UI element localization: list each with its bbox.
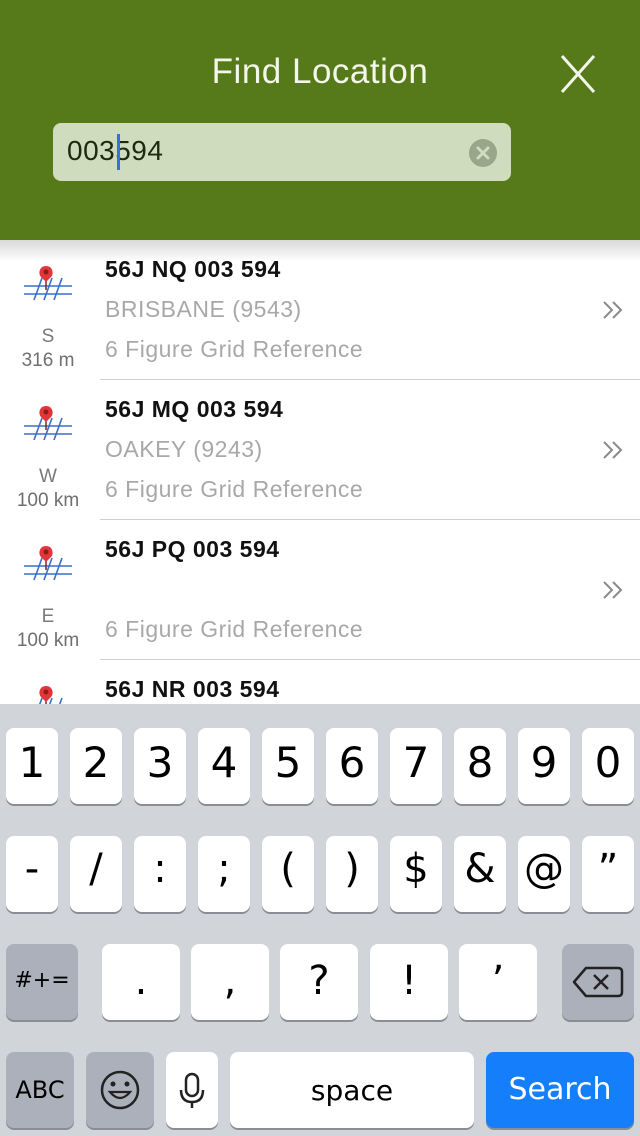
grid-pin-icon bbox=[24, 406, 72, 441]
key-open-paren[interactable]: ( bbox=[262, 836, 314, 912]
result-title: 56J NQ 003 594 bbox=[105, 256, 281, 282]
microphone-icon bbox=[179, 1072, 205, 1108]
distance-label: 100 km bbox=[16, 490, 80, 511]
key-question[interactable]: ? bbox=[280, 944, 358, 1020]
key-colon[interactable]: : bbox=[134, 836, 186, 912]
key-6[interactable]: 6 bbox=[326, 728, 378, 804]
list-item[interactable]: E 100 km 56J PQ 003 594 6 Figure Grid Re… bbox=[0, 520, 640, 660]
result-title: 56J MQ 003 594 bbox=[105, 396, 284, 422]
direction-label: W bbox=[39, 466, 57, 487]
key-7[interactable]: 7 bbox=[390, 728, 442, 804]
list-item[interactable]: S 316 m 56J NQ 003 594 BRISBANE (9543) 6… bbox=[0, 240, 640, 380]
text-caret bbox=[117, 134, 120, 170]
header-bar: Find Location 003594 bbox=[0, 0, 640, 240]
double-chevron-right-icon bbox=[603, 441, 623, 459]
result-type: 6 Figure Grid Reference bbox=[105, 336, 364, 362]
result-title: 56J NR 003 594 bbox=[105, 676, 280, 702]
key-5[interactable]: 5 bbox=[262, 728, 314, 804]
key-1[interactable]: 1 bbox=[6, 728, 58, 804]
key-slash[interactable]: / bbox=[70, 836, 122, 912]
emoji-icon bbox=[100, 1070, 140, 1110]
key-0[interactable]: 0 bbox=[582, 728, 634, 804]
key-semicolon[interactable]: ; bbox=[198, 836, 250, 912]
emoji-key[interactable] bbox=[86, 1052, 154, 1128]
key-ampersand[interactable]: & bbox=[454, 836, 506, 912]
symbols-toggle-key[interactable]: #+= bbox=[6, 944, 78, 1020]
double-chevron-right-icon bbox=[603, 581, 623, 599]
key-8[interactable]: 8 bbox=[454, 728, 506, 804]
key-period[interactable]: . bbox=[102, 944, 180, 1020]
key-quote[interactable]: ” bbox=[582, 836, 634, 912]
direction-label: E bbox=[41, 606, 55, 627]
key-at[interactable]: @ bbox=[518, 836, 570, 912]
double-chevron-right-icon bbox=[603, 301, 623, 319]
key-4[interactable]: 4 bbox=[198, 728, 250, 804]
result-type: 6 Figure Grid Reference bbox=[105, 476, 364, 502]
key-hyphen[interactable]: - bbox=[6, 836, 58, 912]
key-apostrophe[interactable]: ’ bbox=[459, 944, 537, 1020]
close-icon bbox=[560, 55, 596, 93]
results-list[interactable]: S 316 m 56J NQ 003 594 BRISBANE (9543) 6… bbox=[0, 240, 640, 704]
list-item[interactable]: 56J NR 003 594 bbox=[0, 660, 640, 704]
abc-key[interactable]: ABC bbox=[6, 1052, 74, 1128]
grid-pin-icon bbox=[24, 266, 72, 301]
list-item[interactable]: W 100 km 56J MQ 003 594 OAKEY (9243) 6 F… bbox=[0, 380, 640, 520]
clear-icon bbox=[476, 146, 490, 160]
distance-label: 316 m bbox=[21, 350, 75, 371]
grid-pin-icon bbox=[24, 546, 72, 581]
numeric-keyboard: 1 2 3 4 5 6 7 8 9 0 - / : ; ( ) $ & @ ” … bbox=[0, 704, 640, 1136]
grid-pin-icon bbox=[38, 686, 63, 704]
backspace-icon bbox=[572, 966, 624, 998]
key-exclamation[interactable]: ! bbox=[370, 944, 448, 1020]
key-3[interactable]: 3 bbox=[134, 728, 186, 804]
dictation-key[interactable] bbox=[166, 1052, 218, 1128]
result-subtitle: OAKEY (9243) bbox=[105, 436, 263, 462]
search-input[interactable]: 003594 bbox=[53, 123, 511, 181]
search-key[interactable]: Search bbox=[486, 1052, 634, 1128]
delete-key[interactable] bbox=[562, 944, 634, 1020]
direction-label: S bbox=[41, 326, 55, 347]
result-type: 6 Figure Grid Reference bbox=[105, 616, 364, 642]
result-subtitle: BRISBANE (9543) bbox=[105, 296, 302, 322]
page-title: Find Location bbox=[211, 52, 429, 91]
key-close-paren[interactable]: ) bbox=[326, 836, 378, 912]
distance-label: 100 km bbox=[16, 630, 80, 651]
space-key[interactable]: space bbox=[230, 1052, 474, 1128]
close-button[interactable] bbox=[556, 52, 600, 96]
key-9[interactable]: 9 bbox=[518, 728, 570, 804]
search-input-value: 003594 bbox=[67, 135, 164, 166]
key-comma[interactable]: , bbox=[191, 944, 269, 1020]
result-title: 56J PQ 003 594 bbox=[105, 536, 280, 562]
clear-search-button[interactable] bbox=[469, 139, 497, 167]
key-dollar[interactable]: $ bbox=[390, 836, 442, 912]
key-2[interactable]: 2 bbox=[70, 728, 122, 804]
